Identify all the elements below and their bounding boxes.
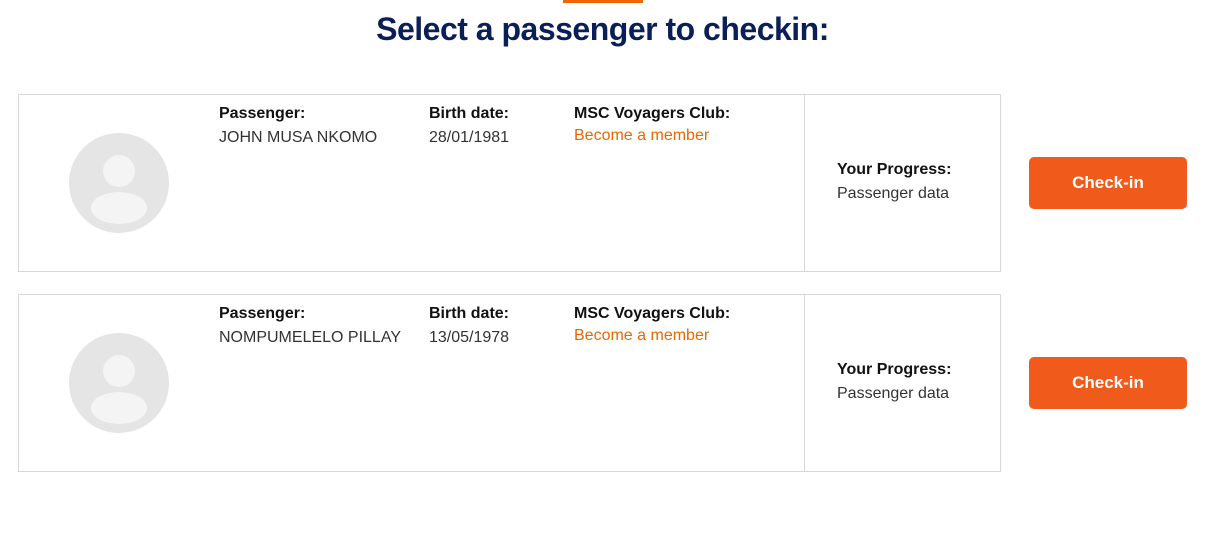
birth-date-value: 28/01/1981 bbox=[429, 129, 509, 146]
voyagers-club-label: MSC Voyagers Club: bbox=[574, 305, 804, 323]
birth-date-label: Birth date: bbox=[429, 305, 574, 323]
avatar-icon bbox=[69, 133, 169, 233]
passenger-label: Passenger: bbox=[219, 105, 429, 123]
passenger-row: Passenger: JOHN MUSA NKOMO Birth date: 2… bbox=[18, 94, 1187, 272]
progress-value: Passenger data bbox=[837, 383, 999, 405]
voyagers-club-label: MSC Voyagers Club: bbox=[574, 105, 804, 123]
checkin-button[interactable]: Check-in bbox=[1029, 357, 1187, 409]
become-member-link[interactable]: Become a member bbox=[574, 127, 709, 144]
passenger-name: JOHN MUSA NKOMO bbox=[219, 129, 377, 146]
progress-label: Your Progress: bbox=[837, 161, 999, 179]
avatar-icon bbox=[69, 333, 169, 433]
page-title: Select a passenger to checkin: bbox=[18, 11, 1187, 48]
passenger-card: Passenger: NOMPUMELELO PILLAY Birth date… bbox=[18, 294, 1001, 472]
passenger-name: NOMPUMELELO PILLAY bbox=[219, 329, 401, 346]
passenger-label: Passenger: bbox=[219, 305, 429, 323]
title-accent-rule bbox=[563, 0, 643, 3]
birth-date-value: 13/05/1978 bbox=[429, 329, 509, 346]
progress-label: Your Progress: bbox=[837, 361, 999, 379]
passenger-list: Passenger: JOHN MUSA NKOMO Birth date: 2… bbox=[18, 94, 1187, 472]
passenger-row: Passenger: NOMPUMELELO PILLAY Birth date… bbox=[18, 294, 1187, 472]
checkin-button[interactable]: Check-in bbox=[1029, 157, 1187, 209]
passenger-card: Passenger: JOHN MUSA NKOMO Birth date: 2… bbox=[18, 94, 1001, 272]
become-member-link[interactable]: Become a member bbox=[574, 327, 709, 344]
progress-value: Passenger data bbox=[837, 183, 999, 205]
birth-date-label: Birth date: bbox=[429, 105, 574, 123]
